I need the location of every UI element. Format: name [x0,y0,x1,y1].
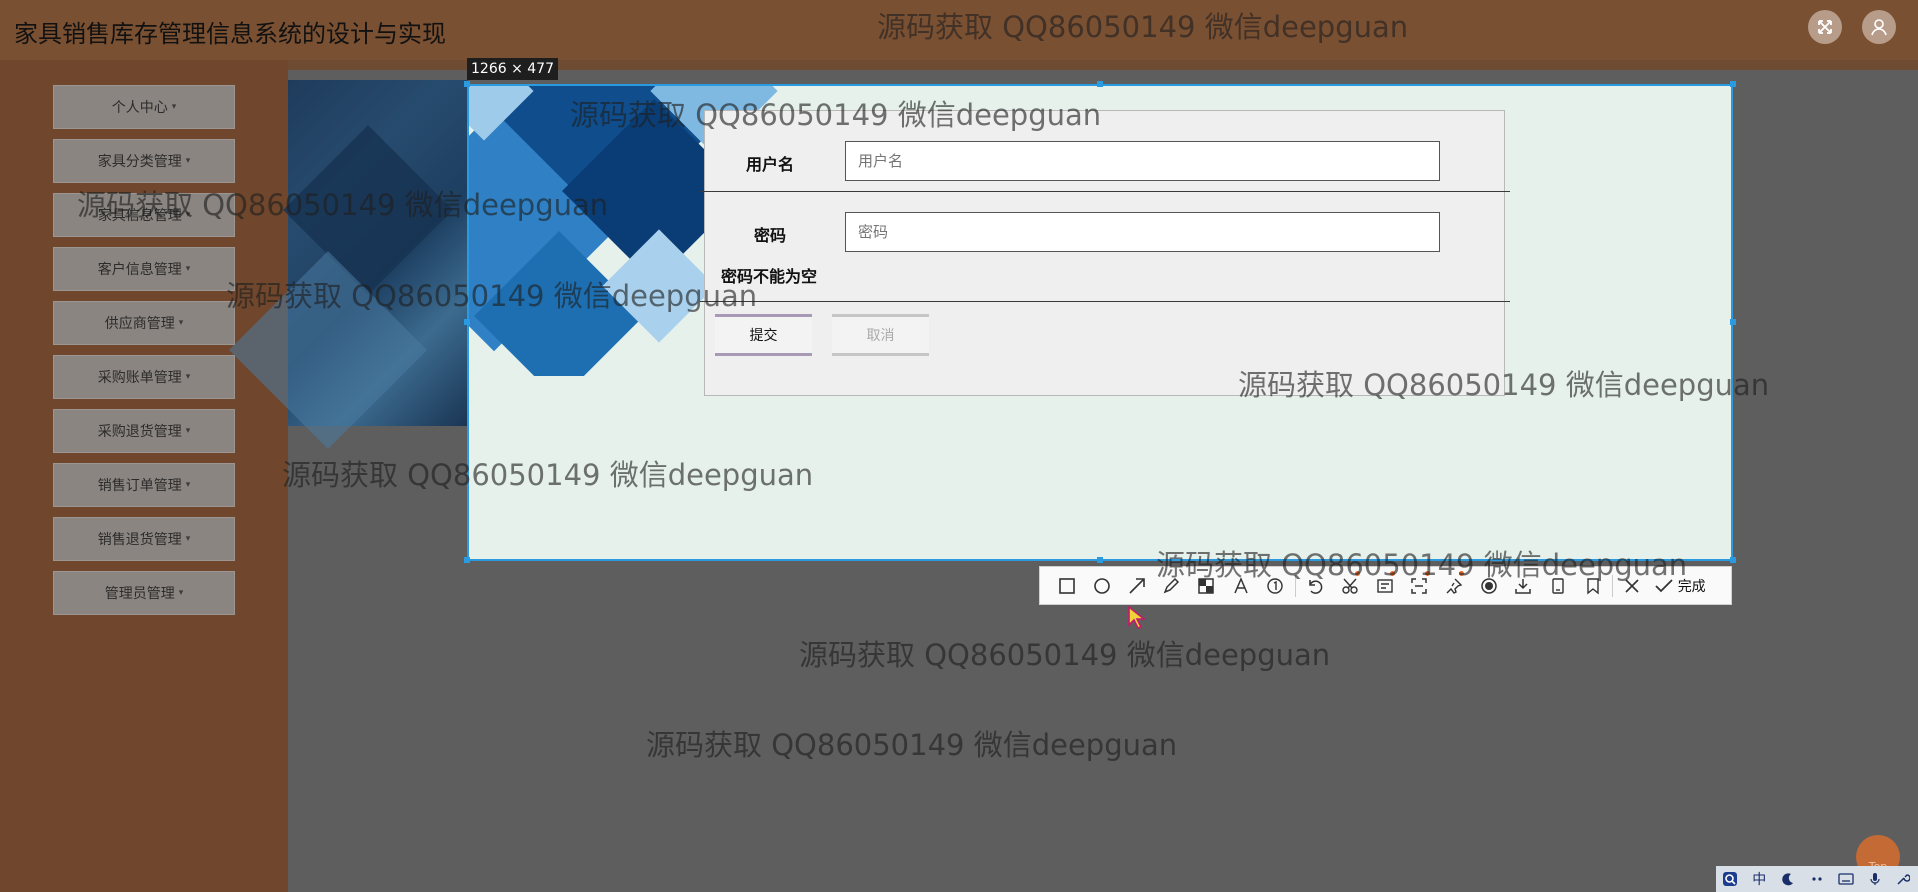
mic-icon[interactable] [1864,869,1886,889]
resize-handle[interactable] [1097,81,1103,87]
done-button[interactable]: 完成 [1654,576,1706,596]
username-label: 用户名 [746,155,795,174]
cancel-button[interactable]: 取消 [832,314,929,356]
header-bar: 家具销售库存管理信息系统的设计与实现 [0,0,1918,60]
sidebar-item-supplier[interactable]: 供应商管理 ▾ [53,301,235,345]
divider [700,301,1510,302]
password-label: 密码 [754,226,787,245]
username-input[interactable] [845,141,1440,181]
caret-down-icon: ▾ [178,588,184,598]
resize-handle[interactable] [464,319,470,325]
fullscreen-icon [1818,20,1832,34]
resize-handle[interactable] [464,557,470,563]
keyboard-icon[interactable] [1835,869,1857,889]
sidebar-item-label: 供应商管理 [104,316,175,332]
undo-icon[interactable] [1298,566,1333,605]
text-icon[interactable] [1223,566,1258,605]
pin-icon[interactable] [1437,566,1472,605]
sidebar-item-purchase-return[interactable]: 采购退货管理 ▾ [53,409,235,453]
sidebar-item-label: 个人中心 [111,100,168,116]
sidebar-item-purchase-bill[interactable]: 采购账单管理 ▾ [53,355,235,399]
caret-down-icon: ▾ [185,426,191,436]
resize-handle[interactable] [1730,557,1736,563]
mosaic-icon[interactable] [1189,566,1224,605]
fullscreen-button[interactable] [1808,10,1842,44]
password-error-text: 密码不能为空 [721,267,818,286]
screenshot-toolbar: 完成 [1039,566,1732,605]
moon-icon[interactable] [1777,869,1799,889]
resize-handle[interactable] [464,81,470,87]
number-icon[interactable] [1258,566,1293,605]
caret-down-icon: ▾ [171,102,177,112]
sidebar-item-customer-info[interactable]: 客户信息管理 ▾ [53,247,235,291]
banner-image [288,80,468,426]
close-icon[interactable] [1615,566,1650,605]
sidebar-item-label: 家具分类管理 [97,154,182,170]
sidebar-item-sales-return[interactable]: 销售退货管理 ▾ [53,517,235,561]
password-input[interactable] [845,212,1440,252]
ime-indicator[interactable]: 中 [1748,869,1770,889]
sidebar-item-label: 管理员管理 [104,586,175,602]
mouse-cursor-icon [1128,606,1146,629]
caret-down-icon: ▾ [178,318,184,328]
download-icon[interactable] [1506,566,1541,605]
rectangle-icon[interactable] [1050,566,1085,605]
toolbar-separator [1612,574,1613,597]
sidebar-item-label: 采购退货管理 [97,424,182,440]
punctuation-icon[interactable] [1806,869,1828,889]
pen-icon[interactable] [1154,566,1189,605]
resize-handle[interactable] [1730,81,1736,87]
scan-icon[interactable] [1402,566,1437,605]
resize-handle[interactable] [1097,557,1103,563]
sidebar-item-label: 家具信息管理 [97,208,182,224]
sidebar-item-admin[interactable]: 管理员管理 ▾ [53,571,235,615]
caret-down-icon: ▾ [185,534,191,544]
sidebar-item-personal-center[interactable]: 个人中心 ▾ [53,85,235,129]
caret-down-icon: ▾ [185,480,191,490]
sidebar-item-label: 销售订单管理 [97,478,182,494]
submit-button[interactable]: 提交 [715,314,812,356]
device-icon[interactable] [1541,566,1576,605]
user-icon [1871,19,1887,36]
sidebar-item-sales-order[interactable]: 销售订单管理 ▾ [53,463,235,507]
search-icon[interactable] [1719,869,1741,889]
caret-down-icon: ▾ [185,156,191,166]
record-icon[interactable] [1471,566,1506,605]
sidebar-item-label: 客户信息管理 [97,262,182,278]
app-title: 家具销售库存管理信息系统的设计与实现 [14,20,446,48]
user-avatar-button[interactable] [1862,10,1896,44]
capture-size-label: 1266 × 477 [467,58,558,80]
sidebar-item-furniture-category[interactable]: 家具分类管理 ▾ [53,139,235,183]
ocr-icon[interactable] [1367,566,1402,605]
sidebar-item-label: 采购账单管理 [97,370,182,386]
ellipse-icon[interactable] [1085,566,1120,605]
caret-down-icon: ▾ [185,210,191,220]
sidebar-item-label: 销售退货管理 [97,532,182,548]
resize-handle[interactable] [1730,319,1736,325]
system-tray: 中 [1716,866,1918,892]
tools-icon[interactable] [1892,869,1914,889]
check-icon [1655,578,1673,592]
done-label: 完成 [1677,578,1706,595]
divider [700,191,1510,192]
caret-down-icon: ▾ [185,372,191,382]
caret-down-icon: ▾ [185,264,191,274]
cut-icon[interactable] [1333,566,1368,605]
bookmark-icon[interactable] [1575,566,1610,605]
arrow-icon[interactable] [1119,566,1154,605]
sidebar-item-furniture-info[interactable]: 家具信息管理 ▾ [53,193,235,237]
toolbar-separator [1294,574,1296,597]
